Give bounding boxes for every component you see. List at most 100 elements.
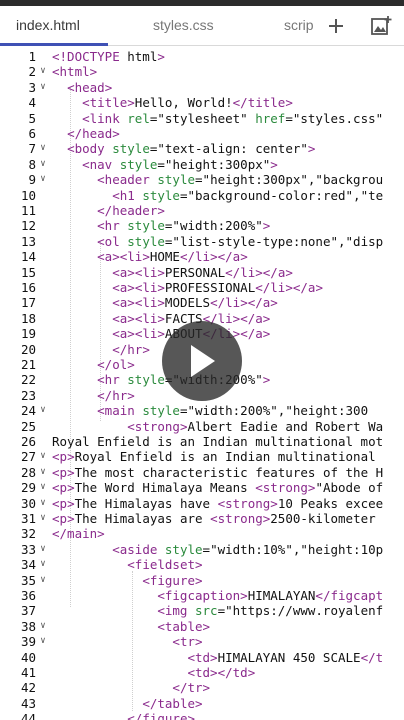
code-line[interactable]: 6 </head> [0,126,404,141]
code-text: <td>HIMALAYAN 450 SCALE</t [187,649,384,665]
code-line[interactable]: 12 <hr style="width:200%"> [0,218,404,233]
line-number: 18 [20,310,36,326]
code-line[interactable]: 11 </header> [0,203,404,218]
tab-styles-css[interactable]: styles.css [153,6,214,45]
code-line[interactable]: 10 <h1 style="background-color:red","te [0,188,404,203]
line-number: 37 [20,603,36,619]
fold-chevron-icon[interactable]: ∨ [38,557,48,572]
code-line[interactable]: 35 ∨ <figure> [0,573,404,588]
code-line[interactable]: 30 ∨ <p>The Himalayas have <strong>10 Peak… [0,496,404,511]
code-line[interactable]: 15 <a><li>PERSONAL</li></a> [0,265,404,280]
code-text: </hr> [97,387,135,403]
code-line[interactable]: 29 ∨ <p>The Word Himalaya Means <strong>"A… [0,480,404,495]
fold-chevron-icon[interactable]: ∨ [38,172,48,187]
code-text: </tr> [172,680,211,696]
code-line[interactable]: 17 <a><li>MODELS</li></a> [0,295,404,310]
line-number: 4 [28,95,36,111]
fold-chevron-icon[interactable]: ∨ [38,573,48,588]
fold-chevron-icon[interactable]: ∨ [38,80,48,95]
code-line[interactable]: 16 <a><li>PROFESSIONAL</li></a> [0,280,404,295]
code-line[interactable]: 1 <!DOCTYPE html> [0,49,404,64]
fold-chevron-icon[interactable]: ∨ [38,542,48,557]
code-text: <h1 style="background-color:red","te [112,187,384,203]
code-text: </head> [67,126,120,141]
line-number: 36 [20,588,36,603]
fold-chevron-icon[interactable]: ∨ [38,480,48,495]
code-text: <img src="https://www.royalenf [157,603,384,619]
line-number: 24 [20,403,36,419]
code-text: <nav style="height:300px"> [82,156,278,172]
line-number: 39 [20,634,36,650]
code-line[interactable]: 40 <td>HIMALAYAN 450 SCALE</t [0,650,404,665]
code-text: <header style="height:300px","backgrou [97,172,384,188]
code-text: Royal Enfield is an Indian multinational… [52,434,384,449]
line-number: 42 [20,680,36,696]
code-line[interactable]: 2 ∨ <html> [0,64,404,79]
line-number: 32 [20,526,36,542]
code-line[interactable]: 33 ∨ <aside style="width:10%","height:10p [0,542,404,557]
fold-chevron-icon[interactable]: ∨ [38,64,48,79]
code-line[interactable]: 32 </main> [0,526,404,541]
code-line[interactable]: 36 <figcaption>HIMALAYAN</figcapt [0,588,404,603]
line-number: 14 [20,249,36,265]
code-line[interactable]: 39 ∨ <tr> [0,634,404,649]
line-number: 44 [20,711,36,720]
code-line[interactable]: 9 ∨ <header style="height:300px","backgro… [0,172,404,187]
code-line[interactable]: 42 </tr> [0,680,404,695]
line-number: 5 [28,110,36,126]
code-line[interactable]: 4 <title>Hello, World!</title> [0,95,404,110]
line-number: 23 [20,387,36,403]
code-text: </hr> [112,341,150,357]
line-number: 41 [20,665,36,680]
fold-chevron-icon[interactable]: ∨ [38,403,48,418]
add-file-button[interactable] [322,6,350,45]
active-tab-indicator [0,43,108,46]
code-text: <figure> [142,572,203,588]
add-image-button[interactable] [366,6,396,45]
code-text: <p>The most characteristic features of t… [52,464,384,480]
fold-chevron-icon[interactable]: ∨ [38,465,48,480]
tab-script[interactable]: scrip [284,6,314,45]
code-line[interactable]: 43 </table> [0,696,404,711]
code-line[interactable]: 14 <a><li>HOME</li></a> [0,249,404,264]
line-number: 19 [20,326,36,342]
code-line[interactable]: 26 Royal Enfield is an Indian multination… [0,434,404,449]
code-line[interactable]: 37 <img src="https://www.royalenf [0,603,404,618]
code-line[interactable]: 31 ∨ <p>The Himalayas are <strong>2500-kil… [0,511,404,526]
plus-icon [329,18,343,33]
line-number: 31 [20,511,36,526]
code-line[interactable]: 25 <strong>Albert Eadie and Robert Wa [0,419,404,434]
code-text: <head> [67,79,113,95]
code-line[interactable]: 8 ∨ <nav style="height:300px"> [0,157,404,172]
code-text: <main style="width:200%","height:300 [97,403,369,419]
code-line[interactable]: 38 ∨ <table> [0,619,404,634]
code-text: </figure> [127,711,196,720]
line-number: 1 [28,49,36,64]
fold-chevron-icon[interactable]: ∨ [38,619,48,634]
code-text: <a><li>PROFESSIONAL</li></a> [112,280,323,295]
code-line[interactable]: 13 <ol style="list-style-type:none","dis… [0,234,404,249]
code-line[interactable]: 7 ∨ <body style="text-align: center"> [0,141,404,156]
fold-chevron-icon[interactable]: ∨ [38,496,48,511]
fold-chevron-icon[interactable]: ∨ [38,157,48,172]
code-text: <!DOCTYPE html> [52,49,165,64]
fold-chevron-icon[interactable]: ∨ [38,634,48,649]
line-number: 6 [28,126,36,141]
code-line[interactable]: 24 ∨ <main style="width:200%","height:300 [0,403,404,418]
code-line[interactable]: 34 ∨ <fieldset> [0,557,404,572]
line-number: 28 [20,464,36,480]
code-line[interactable]: 41 <td></td> [0,665,404,680]
fold-chevron-icon[interactable]: ∨ [38,141,48,156]
fold-chevron-icon[interactable]: ∨ [38,511,48,526]
line-number: 35 [20,572,36,588]
code-line[interactable]: 3 ∨ <head> [0,80,404,95]
code-line[interactable]: 44 </figure> [0,711,404,720]
code-line[interactable]: 5 <link rel="stylesheet" href="styles.cs… [0,111,404,126]
tab-index-html[interactable]: index.html [16,6,80,45]
video-play-button[interactable] [162,321,242,401]
code-text: <p>The Himalayas are <strong>2500-kilome… [52,511,376,526]
code-line[interactable]: 27 ∨ <p>Royal Enfield is an Indian multina… [0,449,404,464]
code-line[interactable]: 28 ∨ <p>The most characteristic features o… [0,465,404,480]
fold-chevron-icon[interactable]: ∨ [38,449,48,464]
line-number: 33 [20,541,36,557]
